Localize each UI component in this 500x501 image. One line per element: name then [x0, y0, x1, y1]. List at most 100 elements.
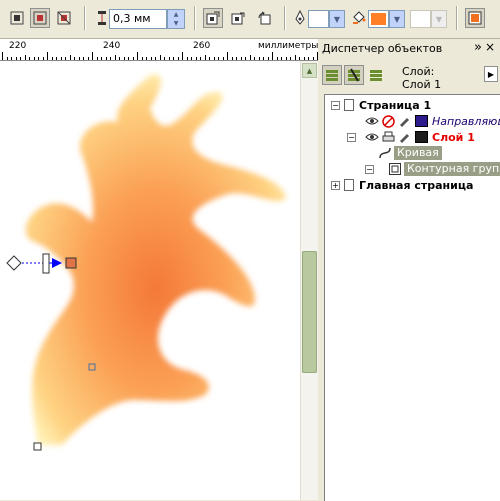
- outline-width-input[interactable]: 0,3 мм: [109, 9, 167, 29]
- node-marker[interactable]: [33, 442, 42, 451]
- ruler-tick: [29, 57, 30, 60]
- outline-width-stepper[interactable]: ▲ ▼: [167, 9, 185, 29]
- ruler-tick: [101, 57, 102, 60]
- bucket-icon: [349, 8, 369, 28]
- ruler-tick: [186, 57, 188, 60]
- fill-color-fill: [371, 13, 386, 25]
- ruler-tick: [303, 57, 305, 60]
- fill-end-handle[interactable]: [65, 257, 77, 269]
- drawing-canvas[interactable]: [0, 61, 300, 500]
- ruler-tick: [240, 57, 242, 60]
- pencil-icon[interactable]: [397, 130, 411, 144]
- outline-color-dropdown[interactable]: ▼: [329, 10, 345, 28]
- tree-item-label: Контурная груп: [404, 162, 500, 176]
- reverse-icon[interactable]: [254, 8, 274, 28]
- tree-item-page1[interactable]: − Страница 1: [331, 97, 431, 113]
- horizontal-ruler: 220 240 260 миллиметры: [0, 39, 318, 61]
- toolbar-separator: [456, 6, 458, 30]
- copy-icon[interactable]: [203, 8, 223, 28]
- ruler-tick: [128, 57, 129, 60]
- chevron-down-icon: ▼: [435, 14, 443, 24]
- ruler-tick: [155, 57, 156, 60]
- flyout-arrow-icon[interactable]: ▶: [484, 66, 498, 82]
- eye-icon[interactable]: [365, 130, 379, 144]
- ruler-tick: [236, 57, 237, 60]
- curve-icon: [378, 146, 392, 160]
- ruler-tick: [213, 57, 215, 60]
- convert-icon[interactable]: [465, 8, 485, 28]
- layer-color-swatch[interactable]: [415, 131, 428, 143]
- eye-icon[interactable]: [365, 114, 379, 128]
- ruler-tick: [141, 57, 143, 60]
- close-icon[interactable]: ×: [485, 40, 495, 54]
- outline-color-swatch[interactable]: [308, 10, 329, 28]
- mid-color-dropdown: ▼: [431, 10, 447, 28]
- align-icon[interactable]: [7, 8, 27, 28]
- flame-drawing[interactable]: [0, 61, 300, 500]
- expand-icon[interactable]: −: [365, 164, 374, 174]
- ruler-tick: [150, 57, 152, 60]
- tree-item-layer1[interactable]: − Слой 1: [347, 129, 475, 145]
- page-icon: [344, 99, 354, 111]
- docker-title: Диспетчер объектов: [322, 42, 443, 55]
- ruler-tick: [11, 57, 12, 60]
- flame-shape[interactable]: [25, 74, 286, 446]
- ruler-tick: [263, 57, 264, 60]
- tree-item-label: Кривая: [394, 146, 442, 160]
- ruler-tick: [114, 55, 116, 60]
- ruler-label: 260: [193, 41, 211, 51]
- layer-manager-view-icon[interactable]: [366, 65, 386, 85]
- scroll-thumb[interactable]: [302, 251, 317, 373]
- collapse-icon[interactable]: −: [331, 100, 340, 110]
- stepper-up-icon[interactable]: ▲: [168, 10, 184, 19]
- to-back-icon[interactable]: [54, 8, 74, 28]
- ruler-tick: [96, 57, 98, 60]
- mid-color-swatch: [410, 10, 431, 28]
- no-print-icon[interactable]: [381, 114, 395, 128]
- fill-midpoint-slider[interactable]: [42, 253, 50, 274]
- layer-color-swatch[interactable]: [415, 115, 428, 127]
- tree-item-curve[interactable]: Кривая: [347, 145, 442, 161]
- copy-to-icon[interactable]: [228, 8, 248, 28]
- tree-item-master-page[interactable]: + Главная страница: [331, 177, 473, 193]
- current-layer-info: Слой: Слой 1: [402, 65, 441, 91]
- chevron-down-icon: ▼: [393, 14, 401, 24]
- show-properties-icon[interactable]: [322, 65, 342, 85]
- ruler-tick: [281, 57, 282, 60]
- contour-group-icon: [388, 162, 402, 176]
- ruler-tick: [119, 57, 120, 60]
- ruler-tick: [231, 57, 233, 60]
- expand-icon[interactable]: +: [331, 180, 340, 190]
- ruler-tick: [258, 57, 260, 60]
- ruler-tick: [65, 57, 66, 60]
- vertical-scrollbar[interactable]: ▲: [300, 61, 318, 500]
- tree-item-label: Направляющ: [432, 114, 500, 128]
- ruler-tick: [254, 57, 255, 60]
- stepper-down-icon[interactable]: ▼: [168, 19, 184, 28]
- to-front-icon[interactable]: [30, 8, 50, 28]
- tree-item-label: Слой 1: [432, 130, 475, 144]
- fill-color-dropdown[interactable]: ▼: [389, 10, 405, 28]
- ruler-tick: [60, 57, 62, 60]
- ruler-label: 220: [9, 41, 27, 51]
- scroll-up-button[interactable]: ▲: [302, 63, 317, 78]
- edit-across-layers-icon[interactable]: [344, 65, 364, 85]
- ruler-tick: [159, 55, 161, 60]
- ruler-tick: [204, 55, 206, 60]
- printer-icon[interactable]: [381, 130, 395, 144]
- tree-item-guides[interactable]: Направляющ: [365, 113, 500, 129]
- fill-start-handle[interactable]: [6, 255, 22, 271]
- collapse-docker-icon[interactable]: »: [474, 40, 482, 55]
- ruler-tick: [267, 57, 269, 60]
- pencil-icon[interactable]: [397, 114, 411, 128]
- outline-width-value: 0,3 мм: [113, 12, 151, 25]
- ruler-tick: [33, 57, 35, 60]
- ruler-tick: [308, 57, 309, 60]
- fill-color-swatch[interactable]: [368, 10, 389, 28]
- ruler-tick: [312, 57, 314, 60]
- tree-item-contour-group[interactable]: − Контурная груп: [365, 161, 500, 177]
- ruler-tick: [177, 57, 179, 60]
- ruler-tick: [56, 57, 57, 60]
- collapse-icon[interactable]: −: [347, 132, 356, 142]
- ruler-tick: [15, 57, 17, 60]
